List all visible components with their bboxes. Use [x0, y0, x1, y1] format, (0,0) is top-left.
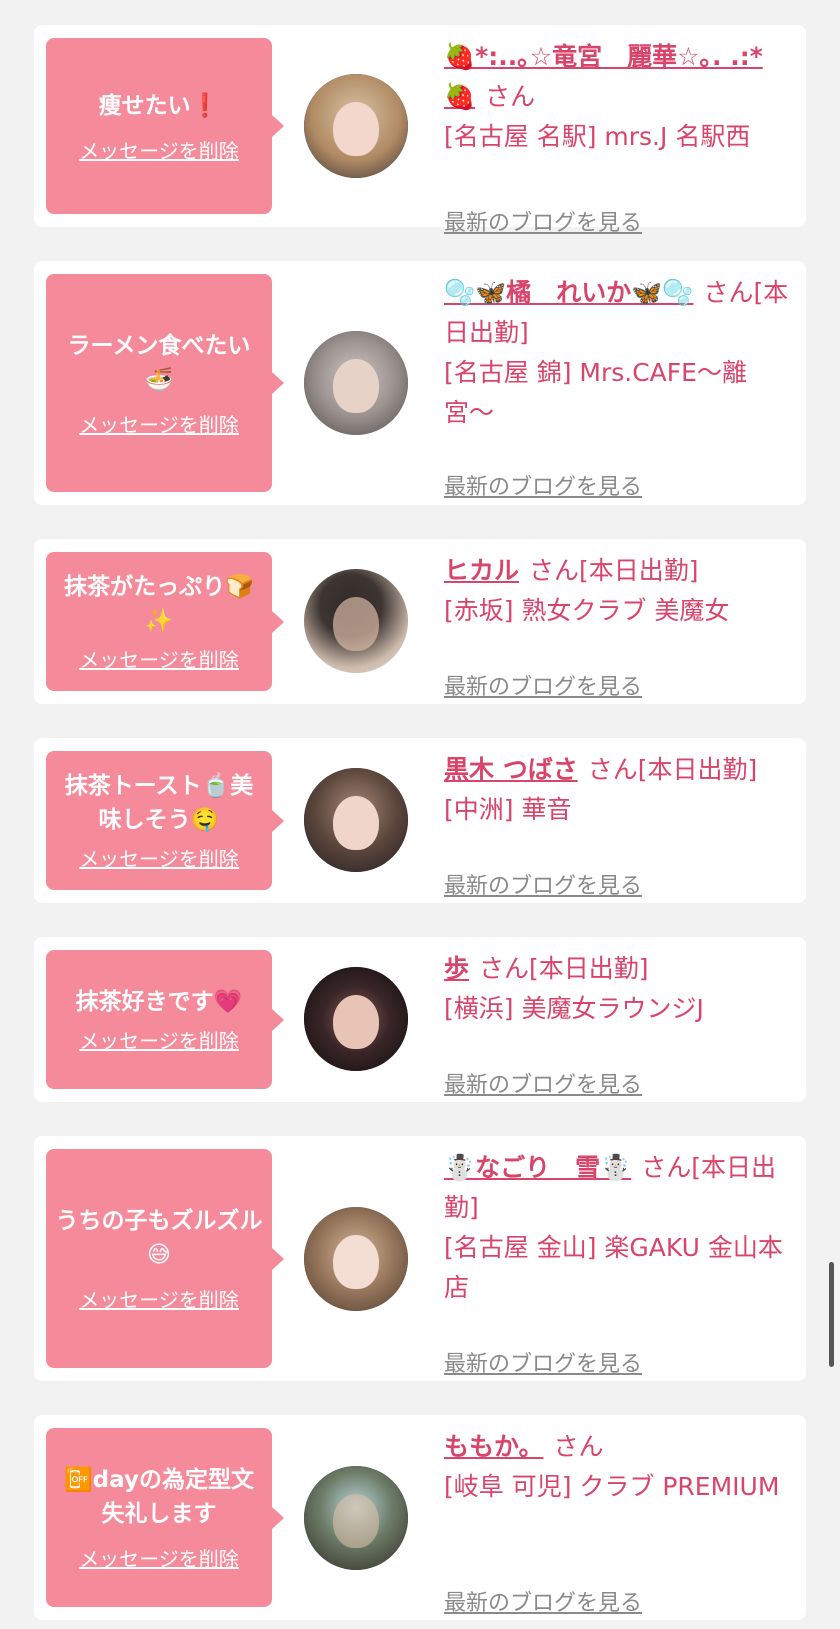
message-bubble: ラーメン食べたい🍜 メッセージを削除 — [46, 274, 284, 492]
profile-name-link[interactable]: ヒカル — [444, 556, 519, 585]
profile-info: ヒカル さん[本日出勤] [赤坂] 熟女クラブ 美魔女 最新のブログを見る — [444, 551, 789, 700]
view-latest-blog-link[interactable]: 最新のブログを見る — [444, 205, 642, 237]
profile-name-link[interactable]: 🫧🦋橘 れいか🦋🫧 — [444, 278, 694, 307]
avatar[interactable] — [304, 1207, 408, 1311]
message-card: 抹茶がたっぷり🍞✨ メッセージを削除 ヒカル さん[本日出勤] [赤坂] 熟女クラ… — [34, 539, 806, 704]
view-latest-blog-link[interactable]: 最新のブログを見る — [444, 469, 642, 501]
view-latest-blog-link[interactable]: 最新のブログを見る — [444, 669, 642, 701]
message-bubble: 📴dayの為定型文失礼します メッセージを削除 — [46, 1428, 284, 1607]
message-text: 抹茶トースト🍵美味しそう🤤 — [64, 773, 254, 833]
avatar[interactable] — [304, 1466, 408, 1570]
profile-info: ☃️なごり 雪☃️ さん[本日出勤] [名古屋 金山] 楽GAKU 金山本店 最新… — [444, 1148, 789, 1377]
avatar[interactable] — [304, 569, 408, 673]
message-card: 抹茶トースト🍵美味しそう🤤 メッセージを削除 黒木 つばさ さん[本日出勤] [中… — [34, 738, 806, 903]
delete-message-link[interactable]: メッセージを削除 — [79, 644, 239, 673]
profile-name-link[interactable]: ももか。 — [444, 1432, 544, 1461]
view-latest-blog-link[interactable]: 最新のブログを見る — [444, 1346, 642, 1378]
message-bubble: 抹茶がたっぷり🍞✨ メッセージを削除 — [46, 552, 284, 691]
shop-info: [中洲] 華音 — [444, 795, 572, 824]
message-text: 抹茶好きです💗 — [75, 989, 243, 1015]
message-text: うちの子もズルズル😅 — [55, 1208, 263, 1268]
view-latest-blog-link[interactable]: 最新のブログを見る — [444, 1067, 642, 1099]
shop-info: [岐阜 可児] クラブ PREMIUM — [444, 1472, 780, 1501]
message-card: うちの子もズルズル😅 メッセージを削除 ☃️なごり 雪☃️ さん[本日出勤] [名… — [34, 1136, 806, 1381]
delete-message-link[interactable]: メッセージを削除 — [79, 135, 239, 164]
name-suffix: さん[本日出勤] — [479, 954, 649, 983]
view-latest-blog-link[interactable]: 最新のブログを見る — [444, 868, 642, 900]
profile-info: 🫧🦋橘 れいか🦋🫧 さん[本日出勤] [名古屋 錦] Mrs.CAFE〜離宮〜 最… — [444, 273, 789, 500]
profile-name-link[interactable]: 黒木 つばさ — [444, 755, 578, 784]
name-suffix: さん — [485, 82, 536, 111]
avatar[interactable] — [304, 967, 408, 1071]
message-card: 抹茶好きです💗 メッセージを削除 歩さん[本日出勤] [横浜] 美魔女ラウンジJ… — [34, 937, 806, 1102]
view-latest-blog-link[interactable]: 最新のブログを見る — [444, 1585, 642, 1617]
delete-message-link[interactable]: メッセージを削除 — [79, 1543, 239, 1572]
name-suffix: さん[本日出勤] — [587, 755, 758, 784]
profile-info: 🍓*:..｡☆竜宮 麗華☆｡. .:*🍓 さん [名古屋 名駅] mrs.J 名駅… — [444, 37, 789, 236]
shop-info: [名古屋 錦] Mrs.CAFE〜離宮〜 — [444, 358, 747, 427]
profile-info: ももか。 さん [岐阜 可児] クラブ PREMIUM 最新のブログを見る — [444, 1427, 789, 1616]
message-text: 痩せたい❗️ — [98, 92, 220, 119]
message-bubble: 抹茶好きです💗 メッセージを削除 — [46, 950, 284, 1089]
profile-info: 歩さん[本日出勤] [横浜] 美魔女ラウンジJ 最新のブログを見る — [444, 949, 789, 1098]
message-card: ラーメン食べたい🍜 メッセージを削除 🫧🦋橘 れいか🦋🫧 さん[本日出勤] [名古… — [34, 261, 806, 505]
shop-info: [名古屋 金山] 楽GAKU 金山本店 — [444, 1233, 783, 1302]
delete-message-link[interactable]: メッセージを削除 — [79, 843, 239, 872]
delete-message-link[interactable]: メッセージを削除 — [79, 1284, 239, 1313]
shop-info: [赤坂] 熟女クラブ 美魔女 — [444, 596, 730, 625]
avatar[interactable] — [304, 331, 408, 435]
message-card: 📴dayの為定型文失礼します メッセージを削除 ももか。 さん [岐阜 可児] ク… — [34, 1415, 806, 1620]
avatar[interactable] — [304, 74, 408, 178]
message-bubble: 痩せたい❗️ メッセージを削除 — [46, 38, 284, 214]
profile-info: 黒木 つばさ さん[本日出勤] [中洲] 華音 最新のブログを見る — [444, 750, 789, 899]
profile-name-link[interactable]: ☃️なごり 雪☃️ — [444, 1153, 631, 1182]
avatar[interactable] — [304, 768, 408, 872]
message-text: 抹茶がたっぷり🍞✨ — [64, 574, 254, 634]
shop-info: [名古屋 名駅] mrs.J 名駅西 — [444, 122, 751, 151]
profile-name-link[interactable]: 歩 — [444, 954, 469, 983]
message-text: ラーメン食べたい🍜 — [67, 332, 251, 393]
message-bubble: うちの子もズルズル😅 メッセージを削除 — [46, 1149, 284, 1368]
message-text: 📴dayの為定型文失礼します — [64, 1467, 254, 1527]
delete-message-link[interactable]: メッセージを削除 — [79, 409, 239, 438]
delete-message-link[interactable]: メッセージを削除 — [79, 1025, 239, 1054]
message-card: 痩せたい❗️ メッセージを削除 🍓*:..｡☆竜宮 麗華☆｡. .:*🍓 さん [… — [34, 25, 806, 236]
shop-info: [横浜] 美魔女ラウンジJ — [444, 994, 704, 1023]
name-suffix: さん[本日出勤] — [529, 556, 699, 585]
scrollbar[interactable] — [829, 1262, 834, 1367]
message-bubble: 抹茶トースト🍵美味しそう🤤 メッセージを削除 — [46, 751, 284, 890]
name-suffix: さん — [553, 1432, 604, 1461]
